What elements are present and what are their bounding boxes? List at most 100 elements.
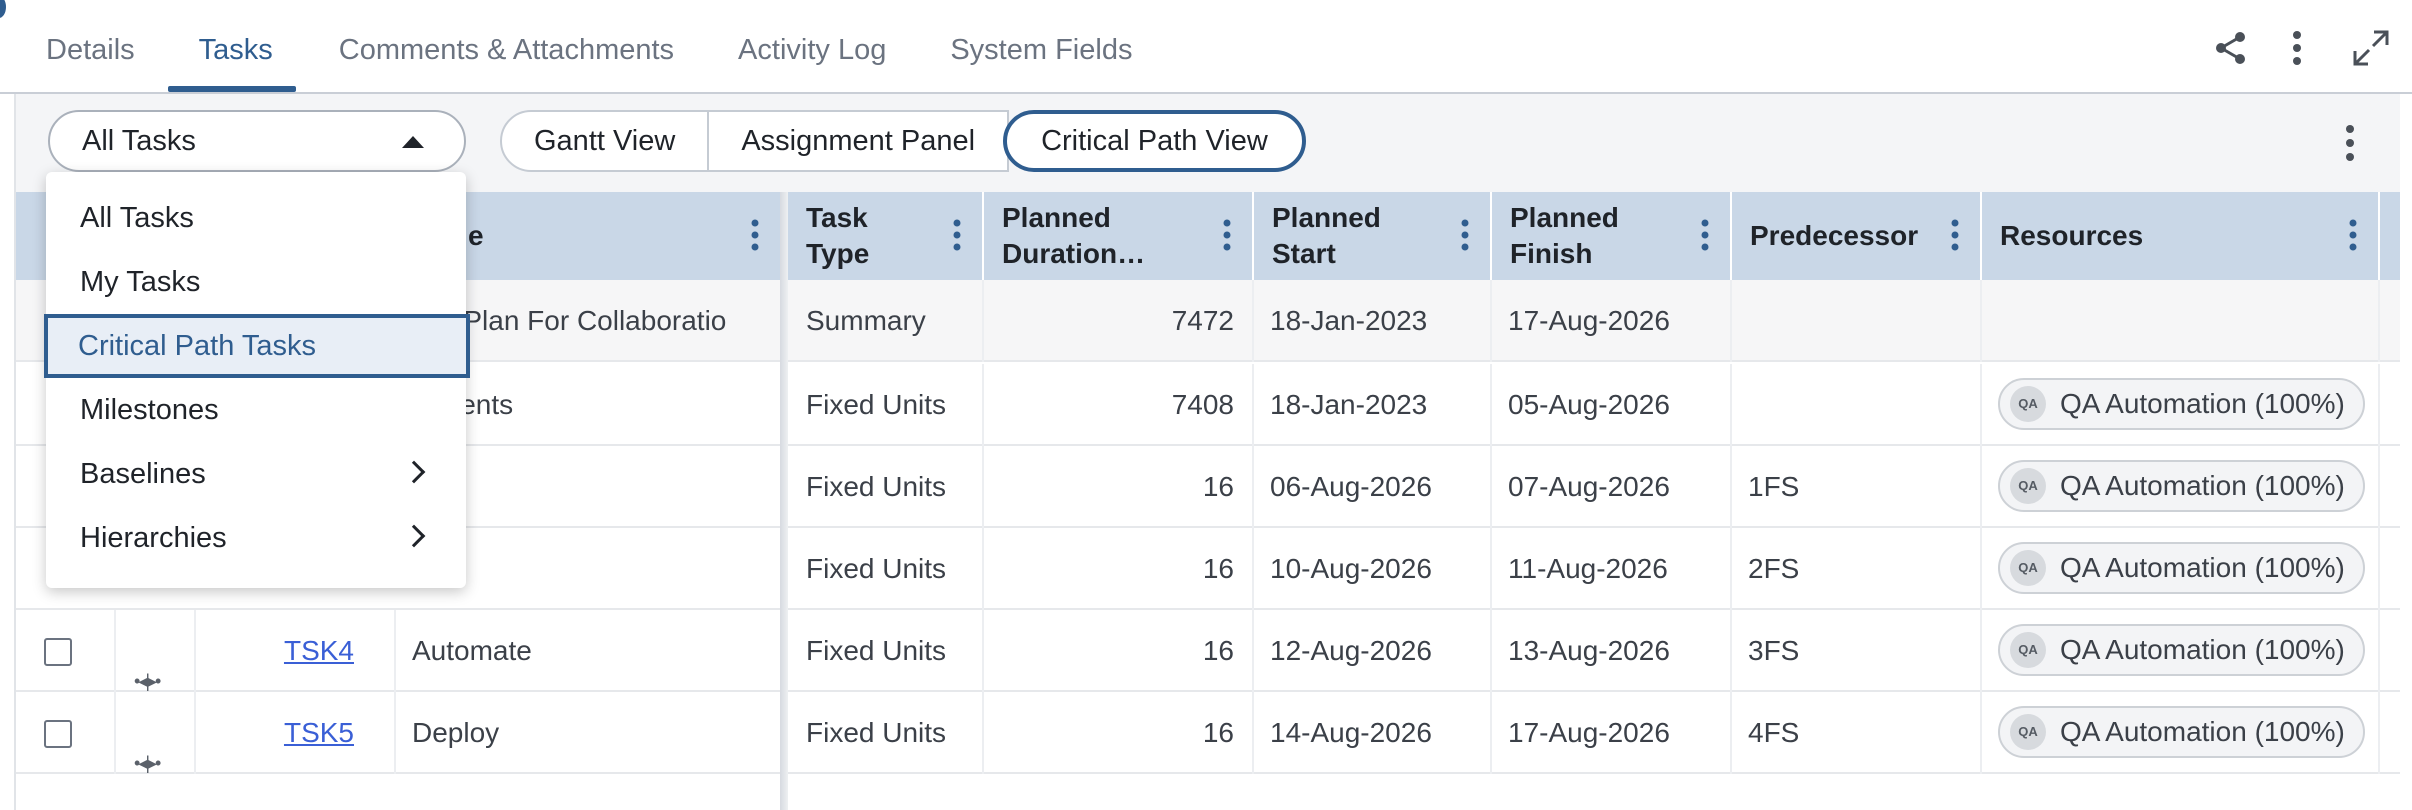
column-menu-icon[interactable] — [1460, 218, 1470, 261]
drag-cell: •◂|▸• — [116, 610, 196, 692]
column-menu-icon[interactable] — [750, 218, 760, 261]
resource-chip[interactable]: QA QA Automation (100%) — [1998, 542, 2365, 594]
select-cell — [16, 610, 116, 692]
chevron-right-icon — [402, 460, 426, 484]
header-resources-label: Resources — [2000, 220, 2144, 251]
tab-details[interactable]: Details — [0, 0, 169, 92]
header-resources[interactable]: Resources — [1982, 192, 2380, 280]
menu-item-baselines-label: Baselines — [80, 458, 206, 490]
task-id-cell: TSK5 — [196, 692, 396, 774]
finish-cell: 17-Aug-2026 — [1492, 280, 1732, 362]
predecessor-cell: 1FS — [1732, 446, 1982, 528]
header-planned-duration[interactable]: Planned Duration… — [984, 192, 1254, 280]
resources-cell — [1982, 280, 2380, 362]
resource-label: QA Automation (100%) — [2060, 634, 2345, 665]
tab-activity-log[interactable]: Activity Log — [706, 0, 918, 92]
table-row[interactable]: •◂|▸• TSK4 Automate Fixed Units 16 12-Au… — [16, 610, 2400, 692]
gantt-view-button[interactable]: Gantt View — [500, 110, 710, 172]
critical-path-view-button[interactable]: Critical Path View — [1003, 110, 1306, 172]
menu-item-critical-path-tasks[interactable]: Critical Path Tasks — [44, 314, 470, 378]
drag-handle-icon[interactable]: •◂|▸• — [134, 640, 161, 692]
header-task-type[interactable]: Task Type — [788, 192, 984, 280]
expand-icon[interactable] — [2330, 24, 2412, 72]
avatar: QA — [2010, 386, 2046, 422]
frozen-column-divider[interactable] — [780, 192, 788, 810]
task-type-cell: Fixed Units — [788, 364, 984, 446]
finish-cell: 07-Aug-2026 — [1492, 446, 1732, 528]
column-menu-icon[interactable] — [1950, 218, 1960, 261]
row-checkbox[interactable] — [44, 638, 72, 666]
column-menu-icon[interactable] — [952, 218, 962, 261]
duration-cell: 7408 — [984, 364, 1254, 446]
finish-cell: 05-Aug-2026 — [1492, 364, 1732, 446]
kebab-icon[interactable] — [2264, 24, 2330, 72]
menu-item-my-tasks[interactable]: My Tasks — [46, 250, 466, 314]
resource-chip[interactable]: QA QA Automation (100%) — [1998, 624, 2365, 676]
header-planned-finish-label: Planned Finish — [1510, 202, 1619, 269]
menu-item-hierarchies[interactable]: Hierarchies — [46, 506, 466, 570]
header-planned-start-label: Planned Start — [1272, 202, 1381, 269]
resources-cell: QA QA Automation (100%) — [1982, 610, 2380, 692]
table-row[interactable]: •◂|▸• TSK5 Deploy Fixed Units 16 14-Aug-… — [16, 692, 2400, 774]
task-type-cell: Summary — [788, 280, 984, 362]
duration-cell: 16 — [984, 610, 1254, 692]
select-cell — [16, 692, 116, 774]
finish-cell: 13-Aug-2026 — [1492, 610, 1732, 692]
finish-cell: 17-Aug-2026 — [1492, 692, 1732, 774]
predecessor-cell: 2FS — [1732, 528, 1982, 610]
tab-comments-attachments[interactable]: Comments & Attachments — [307, 0, 706, 92]
avatar: QA — [2010, 468, 2046, 504]
caret-up-icon — [402, 136, 424, 148]
finish-cell: 11-Aug-2026 — [1492, 528, 1732, 610]
menu-item-baselines[interactable]: Baselines — [46, 442, 466, 506]
menu-item-hierarchies-label: Hierarchies — [80, 522, 227, 554]
task-id-link[interactable]: TSK4 — [284, 635, 354, 666]
drag-cell: •◂|▸• — [116, 692, 196, 774]
predecessor-cell — [1732, 280, 1982, 362]
header-predecessor-label: Predecessor — [1750, 220, 1919, 251]
top-tab-bar: Details Tasks Comments & Attachments Act… — [0, 0, 2412, 94]
row-checkbox[interactable] — [44, 720, 72, 748]
duration-cell: 16 — [984, 446, 1254, 528]
predecessor-cell — [1732, 364, 1982, 446]
duration-cell: 16 — [984, 692, 1254, 774]
assignment-panel-button[interactable]: Assignment Panel — [707, 110, 1010, 172]
record-tabs: Details Tasks Comments & Attachments Act… — [0, 0, 1164, 92]
task-id-link[interactable]: TSK5 — [284, 717, 354, 748]
header-planned-finish[interactable]: Planned Finish — [1492, 192, 1732, 280]
header-planned-start[interactable]: Planned Start — [1254, 192, 1492, 280]
avatar: QA — [2010, 714, 2046, 750]
task-name-cell: Deploy — [396, 692, 782, 774]
active-tab-indicator — [168, 86, 296, 92]
start-cell: 18-Jan-2023 — [1254, 364, 1492, 446]
column-menu-icon[interactable] — [1222, 218, 1232, 261]
duration-cell: 7472 — [984, 280, 1254, 362]
column-menu-icon[interactable] — [2348, 218, 2358, 261]
start-cell: 10-Aug-2026 — [1254, 528, 1492, 610]
header-predecessor[interactable]: Predecessor — [1732, 192, 1982, 280]
task-filter-menu: All Tasks My Tasks Critical Path Tasks M… — [44, 172, 470, 588]
tab-tasks[interactable]: Tasks — [169, 0, 307, 92]
resource-chip[interactable]: QA QA Automation (100%) — [1998, 378, 2365, 430]
tab-system-fields[interactable]: System Fields — [918, 0, 1164, 92]
resource-chip[interactable]: QA QA Automation (100%) — [1998, 706, 2365, 758]
task-type-cell: Fixed Units — [788, 446, 984, 528]
menu-item-all-tasks[interactable]: All Tasks — [46, 186, 466, 250]
task-filter-value: All Tasks — [82, 125, 196, 157]
task-name-cell: Automate — [396, 610, 782, 692]
start-cell: 18-Jan-2023 — [1254, 280, 1492, 362]
task-filter-select[interactable]: All Tasks — [48, 110, 466, 172]
drag-handle-icon[interactable]: •◂|▸• — [134, 722, 161, 774]
column-menu-icon[interactable] — [1700, 218, 1710, 261]
header-planned-duration-label: Planned Duration… — [1002, 202, 1146, 269]
resource-label: QA Automation (100%) — [2060, 716, 2345, 747]
panel-kebab-icon[interactable] — [2330, 120, 2370, 166]
resource-chip[interactable]: QA QA Automation (100%) — [1998, 460, 2365, 512]
chevron-right-icon — [402, 524, 426, 548]
resources-cell: QA QA Automation (100%) — [1982, 528, 2380, 610]
share-icon[interactable] — [2198, 24, 2264, 72]
task-type-cell: Fixed Units — [788, 692, 984, 774]
task-type-cell: Fixed Units — [788, 610, 984, 692]
menu-item-milestones[interactable]: Milestones — [46, 378, 466, 442]
resource-label: QA Automation (100%) — [2060, 388, 2345, 419]
